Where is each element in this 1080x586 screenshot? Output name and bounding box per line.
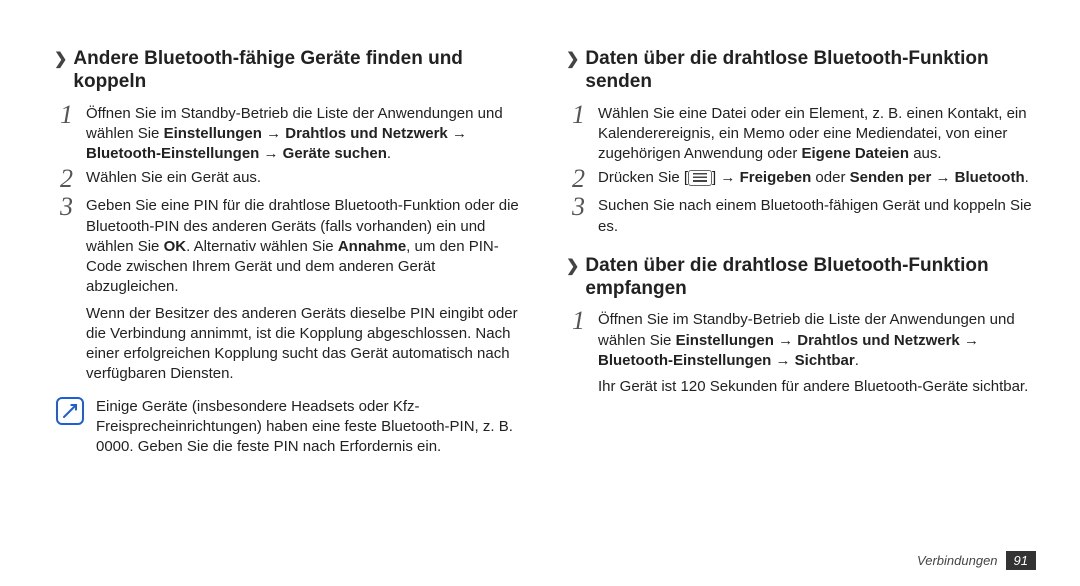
pair-paragraph: Wenn der Besitzer des anderen Geräts die… — [86, 304, 524, 385]
receive-paragraph: Ihr Gerät ist 120 Sekunden für andere Bl… — [598, 377, 1036, 397]
step-body: Öffnen Sie im Standby-Betrieb die Liste … — [86, 104, 524, 165]
step-body: Drücken Sie [] → Freigeben oder Senden p… — [598, 168, 1036, 188]
note-text: Einige Geräte (insbesondere Headsets ode… — [96, 397, 524, 458]
step: 2Wählen Sie ein Gerät aus. — [60, 168, 524, 192]
left-column: ❯ Andere Bluetooth-fähige Geräte finden … — [60, 48, 524, 566]
step-number: 2 — [60, 166, 86, 192]
step-number: 3 — [572, 194, 598, 220]
heading-text: Daten über die drahtlose Bluetooth-Funkt… — [585, 48, 1036, 94]
step-body: Suchen Sie nach einem Bluetooth-fähigen … — [598, 196, 1036, 237]
step-number: 1 — [572, 102, 598, 128]
footer-section-label: Verbindungen — [917, 553, 997, 568]
step: 1Wählen Sie eine Datei oder ein Element,… — [572, 104, 1036, 165]
heading-send: ❯ Daten über die drahtlose Bluetooth-Fun… — [566, 48, 1036, 94]
heading-pair-devices: ❯ Andere Bluetooth-fähige Geräte finden … — [54, 48, 524, 94]
steps-send: 1Wählen Sie eine Datei oder ein Element,… — [572, 104, 1036, 237]
chevron-icon: ❯ — [566, 50, 579, 69]
step: 1Öffnen Sie im Standby-Betrieb die Liste… — [60, 104, 524, 165]
step: 3Geben Sie eine PIN für die drahtlose Bl… — [60, 196, 524, 297]
page-footer: Verbindungen 91 — [917, 551, 1036, 570]
chevron-icon: ❯ — [566, 257, 579, 276]
heading-text: Daten über die drahtlose Bluetooth-Funkt… — [585, 255, 1036, 301]
step-number: 3 — [60, 194, 86, 220]
step-number: 1 — [60, 102, 86, 128]
step-body: Geben Sie eine PIN für die drahtlose Blu… — [86, 196, 524, 297]
chevron-icon: ❯ — [54, 50, 67, 69]
page: ❯ Andere Bluetooth-fähige Geräte finden … — [60, 48, 1036, 566]
step-body: Öffnen Sie im Standby-Betrieb die Liste … — [598, 310, 1036, 371]
step: 1Öffnen Sie im Standby-Betrieb die Liste… — [572, 310, 1036, 371]
heading-receive: ❯ Daten über die drahtlose Bluetooth-Fun… — [566, 255, 1036, 301]
footer-page-number: 91 — [1006, 551, 1036, 570]
right-column: ❯ Daten über die drahtlose Bluetooth-Fun… — [572, 48, 1036, 566]
steps-pair: 1Öffnen Sie im Standby-Betrieb die Liste… — [60, 104, 524, 298]
step-number: 1 — [572, 308, 598, 334]
step-body: Wählen Sie eine Datei oder ein Element, … — [598, 104, 1036, 165]
note-block: Einige Geräte (insbesondere Headsets ode… — [60, 397, 524, 458]
step: 3Suchen Sie nach einem Bluetooth-fähigen… — [572, 196, 1036, 237]
menu-button-icon — [688, 170, 712, 186]
step: 2Drücken Sie [] → Freigeben oder Senden … — [572, 168, 1036, 192]
step-body: Wählen Sie ein Gerät aus. — [86, 168, 524, 188]
note-icon — [56, 397, 84, 425]
steps-receive: 1Öffnen Sie im Standby-Betrieb die Liste… — [572, 310, 1036, 371]
heading-text: Andere Bluetooth-fähige Geräte finden un… — [73, 48, 524, 94]
step-number: 2 — [572, 166, 598, 192]
